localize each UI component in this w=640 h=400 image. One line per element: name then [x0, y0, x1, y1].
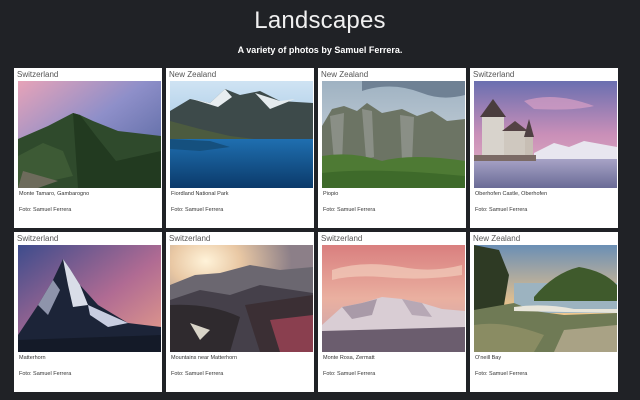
card-photo[interactable]: [322, 245, 465, 352]
card-country: New Zealand: [473, 234, 521, 243]
page-title: Landscapes: [254, 7, 386, 34]
photo-card[interactable]: Switzerland Mountains near Matterhorn Fo…: [166, 232, 314, 392]
card-caption: Matterhorn: [19, 355, 46, 361]
card-photo[interactable]: [322, 81, 465, 188]
card-photo[interactable]: [18, 245, 161, 352]
card-country: New Zealand: [321, 70, 369, 79]
card-caption: Monte Rosa, Zermatt: [323, 355, 375, 361]
card-country: New Zealand: [169, 70, 217, 79]
photo-grid: Switzerland Monte Tamaro, Gambarogno Fot…: [14, 68, 618, 392]
photo-card[interactable]: New Zealand Piopio Foto: Samuel Ferrera: [318, 68, 466, 228]
card-credit: Foto: Samuel Ferrera: [323, 371, 376, 377]
photo-card[interactable]: New Zealand Fiordland National Park Foto…: [166, 68, 314, 228]
card-country: Switzerland: [169, 234, 211, 243]
card-caption: Oberhofen Castle, Oberhofen: [475, 191, 548, 197]
page-footer-strip: [0, 393, 640, 400]
card-credit: Foto: Samuel Ferrera: [171, 207, 224, 213]
card-credit: Foto: Samuel Ferrera: [323, 207, 376, 213]
card-photo[interactable]: [170, 81, 313, 188]
card-credit: Foto: Samuel Ferrera: [475, 371, 528, 377]
photo-card[interactable]: New Zealand O'neill Bay Foto: Samuel Fer…: [470, 232, 618, 392]
photo-card[interactable]: Switzerland Monte Tamaro, Gambarogno Fot…: [14, 68, 162, 228]
card-country: Switzerland: [473, 70, 515, 79]
card-credit: Foto: Samuel Ferrera: [171, 371, 224, 377]
photo-card[interactable]: Switzerland Oberhofen Castle, Oberhofen …: [470, 68, 618, 228]
photo-card[interactable]: Switzerland Monte Rosa, Zermatt Foto: Sa…: [318, 232, 466, 392]
card-photo[interactable]: [170, 245, 313, 352]
card-country: Switzerland: [321, 234, 363, 243]
page-subtitle: A variety of photos by Samuel Ferrera.: [237, 45, 403, 55]
card-caption: Mountains near Matterhorn: [171, 355, 238, 361]
card-caption: Piopio: [323, 191, 339, 197]
card-photo[interactable]: [474, 81, 617, 188]
card-caption: Monte Tamaro, Gambarogno: [19, 191, 90, 197]
card-caption: O'neill Bay: [475, 355, 502, 361]
card-caption: Fiordland National Park: [171, 191, 229, 197]
card-credit: Foto: Samuel Ferrera: [19, 207, 72, 213]
card-country: Switzerland: [17, 234, 59, 243]
card-credit: Foto: Samuel Ferrera: [475, 207, 528, 213]
card-photo[interactable]: [474, 245, 617, 352]
card-country: Switzerland: [17, 70, 59, 79]
photo-card[interactable]: Switzerland Matterhorn Foto: Samuel Ferr…: [14, 232, 162, 392]
card-credit: Foto: Samuel Ferrera: [19, 371, 72, 377]
card-photo[interactable]: [18, 81, 161, 188]
